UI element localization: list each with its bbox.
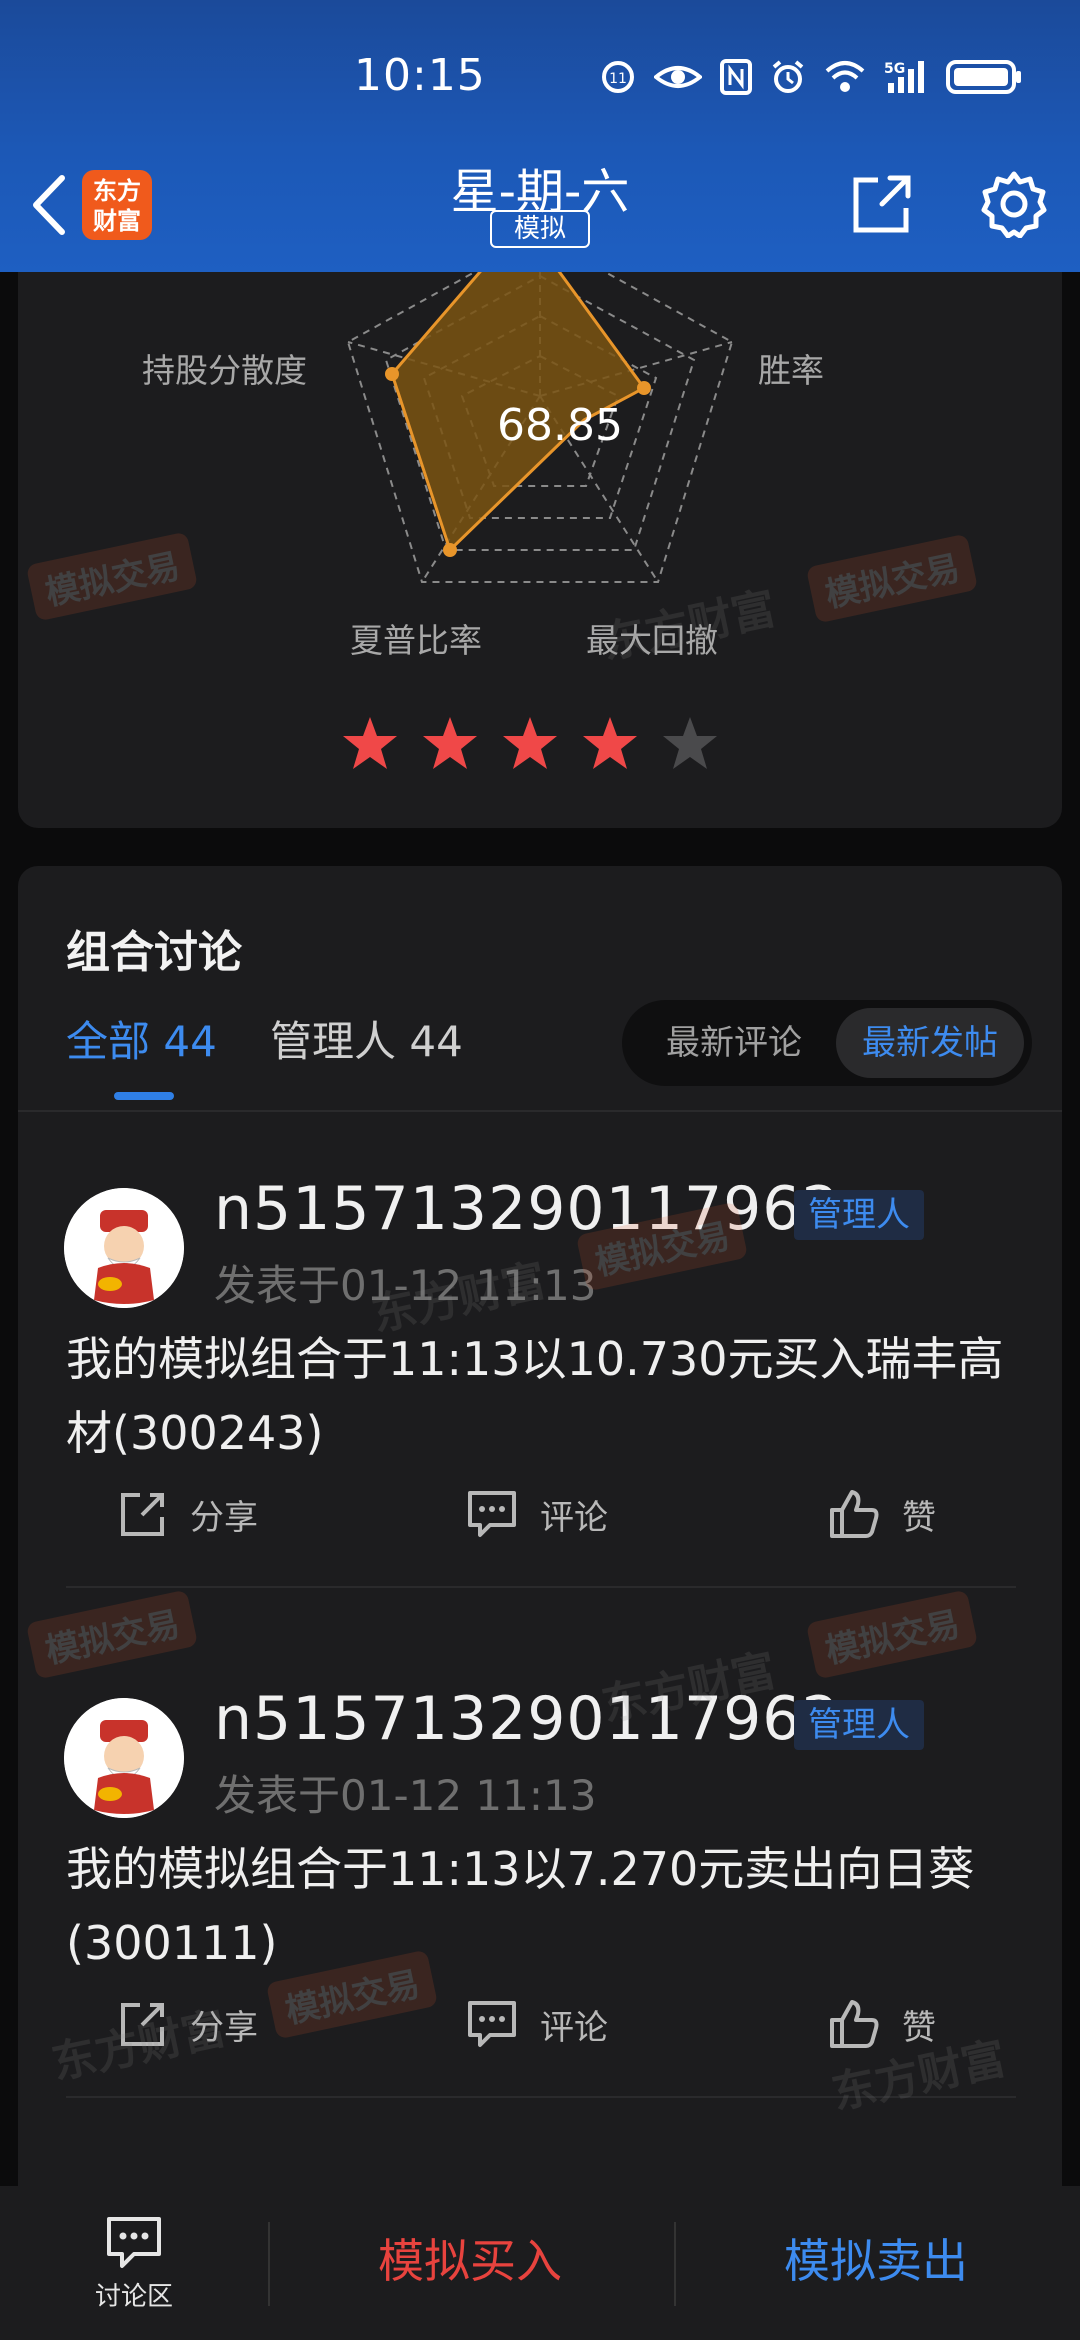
- simulate-sell-button[interactable]: 模拟卖出: [676, 2216, 1076, 2306]
- post-time: 发表于01-12 11:13: [214, 1261, 597, 1310]
- axis-label-win-rate: 胜率: [758, 351, 824, 390]
- share-icon: [121, 2003, 164, 2046]
- signal-5g-icon: 5G: [884, 61, 924, 93]
- share-button[interactable]: 分享: [118, 1474, 258, 1554]
- wifi-icon: [825, 61, 865, 92]
- share-icon[interactable]: [848, 170, 916, 238]
- discussion-card: 组合讨论 全部 44 管理人 44 最新评论 最新发帖 n51571329011…: [18, 866, 1062, 2266]
- post-actions: 分享 评论 赞: [18, 1984, 1062, 2064]
- post-item[interactable]: n515713290117962 管理人 发表于01-12 11:13 我的模拟…: [18, 1644, 1062, 2154]
- svg-text:11: 11: [609, 71, 627, 87]
- avatar[interactable]: [64, 1188, 184, 1308]
- eye-icon: [654, 66, 702, 88]
- post-content[interactable]: 我的模拟组合于11:13以10.730元买入瑞丰高材(300243): [66, 1322, 1036, 1470]
- like-button[interactable]: 赞: [828, 1984, 936, 2064]
- role-badge: 管理人: [794, 1190, 924, 1240]
- post-time: 发表于01-12 11:13: [214, 1771, 597, 1820]
- star-icon-filled: [423, 717, 477, 769]
- role-badge: 管理人: [794, 1700, 924, 1750]
- svg-text:5G: 5G: [884, 61, 905, 77]
- radar-card: 持股分散度 胜率 最大回撤 夏普比率 68.85: [18, 272, 1062, 828]
- sort-latest-comment[interactable]: 最新评论: [634, 1008, 834, 1078]
- axis-label-max-drawdown: 最大回撤: [586, 621, 718, 660]
- star-icon-filled: [343, 717, 397, 769]
- star-icon-filled: [583, 717, 637, 769]
- discussion-title: 组合讨论: [66, 927, 242, 978]
- post-content[interactable]: 我的模拟组合于11:13以7.270元卖出向日葵(300111): [66, 1832, 1036, 1980]
- star-icon-filled: [503, 717, 557, 769]
- data-saver-icon: 11: [602, 61, 634, 93]
- sort-latest-post[interactable]: 最新发帖: [836, 1008, 1024, 1078]
- active-tab-indicator: [114, 1092, 174, 1100]
- forum-label: 讨论区: [94, 2282, 173, 2312]
- axis-label-diversification: 持股分散度: [142, 351, 307, 390]
- post-username[interactable]: n515713290117962: [214, 1174, 841, 1244]
- sort-toggle: 最新评论 最新发帖: [622, 1000, 1032, 1086]
- forum-button[interactable]: 讨论区: [84, 2214, 184, 2314]
- nav-bar: 东方 财富 星-期-六 模拟: [0, 140, 1080, 272]
- status-time: 10:15: [354, 50, 486, 101]
- gear-icon[interactable]: [980, 170, 1048, 238]
- share-button[interactable]: 分享: [118, 1984, 258, 2064]
- comment-icon: [468, 2001, 516, 2047]
- comment-icon: [468, 1491, 516, 1537]
- simulation-mode-tag: 模拟: [490, 210, 590, 248]
- like-button[interactable]: 赞: [828, 1474, 936, 1554]
- axis-label-sharpe-ratio: 夏普比率: [350, 621, 482, 660]
- post-username[interactable]: n515713290117962: [214, 1684, 841, 1754]
- status-bar: 10:15 11 5G: [0, 0, 1080, 140]
- divider: [18, 1110, 1062, 1112]
- battery-icon: [946, 60, 1021, 94]
- comment-button[interactable]: 评论: [466, 1474, 608, 1554]
- star-rating: [340, 714, 720, 774]
- post-item[interactable]: n515713290117962 管理人 发表于01-12 11:13 我的模拟…: [18, 1134, 1062, 1644]
- tab-all[interactable]: 全部 44: [66, 1008, 217, 1069]
- alarm-icon: [772, 60, 804, 93]
- bottom-action-bar: 讨论区 模拟买入 模拟卖出: [0, 2186, 1080, 2340]
- divider: [66, 2096, 1016, 2098]
- radar-score: 68.85: [497, 400, 623, 451]
- fortune-god-avatar-icon: [64, 1698, 184, 1818]
- app-header: 10:15 11 5G 东方 财富 星-期-六 模拟: [0, 0, 1080, 272]
- share-icon: [121, 1493, 164, 1536]
- thumbs-up-icon: [830, 2000, 879, 2048]
- star-icon-empty: [663, 717, 717, 769]
- fortune-god-avatar-icon: [64, 1188, 184, 1308]
- post-actions: 分享 评论 赞: [18, 1474, 1062, 1554]
- tab-manager[interactable]: 管理人 44: [270, 1008, 463, 1069]
- nfc-icon: [720, 59, 752, 95]
- chat-bubble-icon: [107, 2217, 161, 2268]
- simulate-buy-button[interactable]: 模拟买入: [270, 2216, 670, 2306]
- avatar[interactable]: [64, 1698, 184, 1818]
- thumbs-up-icon: [830, 1490, 879, 1538]
- status-icons: 11 5G: [600, 52, 1022, 102]
- comment-button[interactable]: 评论: [466, 1984, 608, 2064]
- divider: [66, 1586, 1016, 1588]
